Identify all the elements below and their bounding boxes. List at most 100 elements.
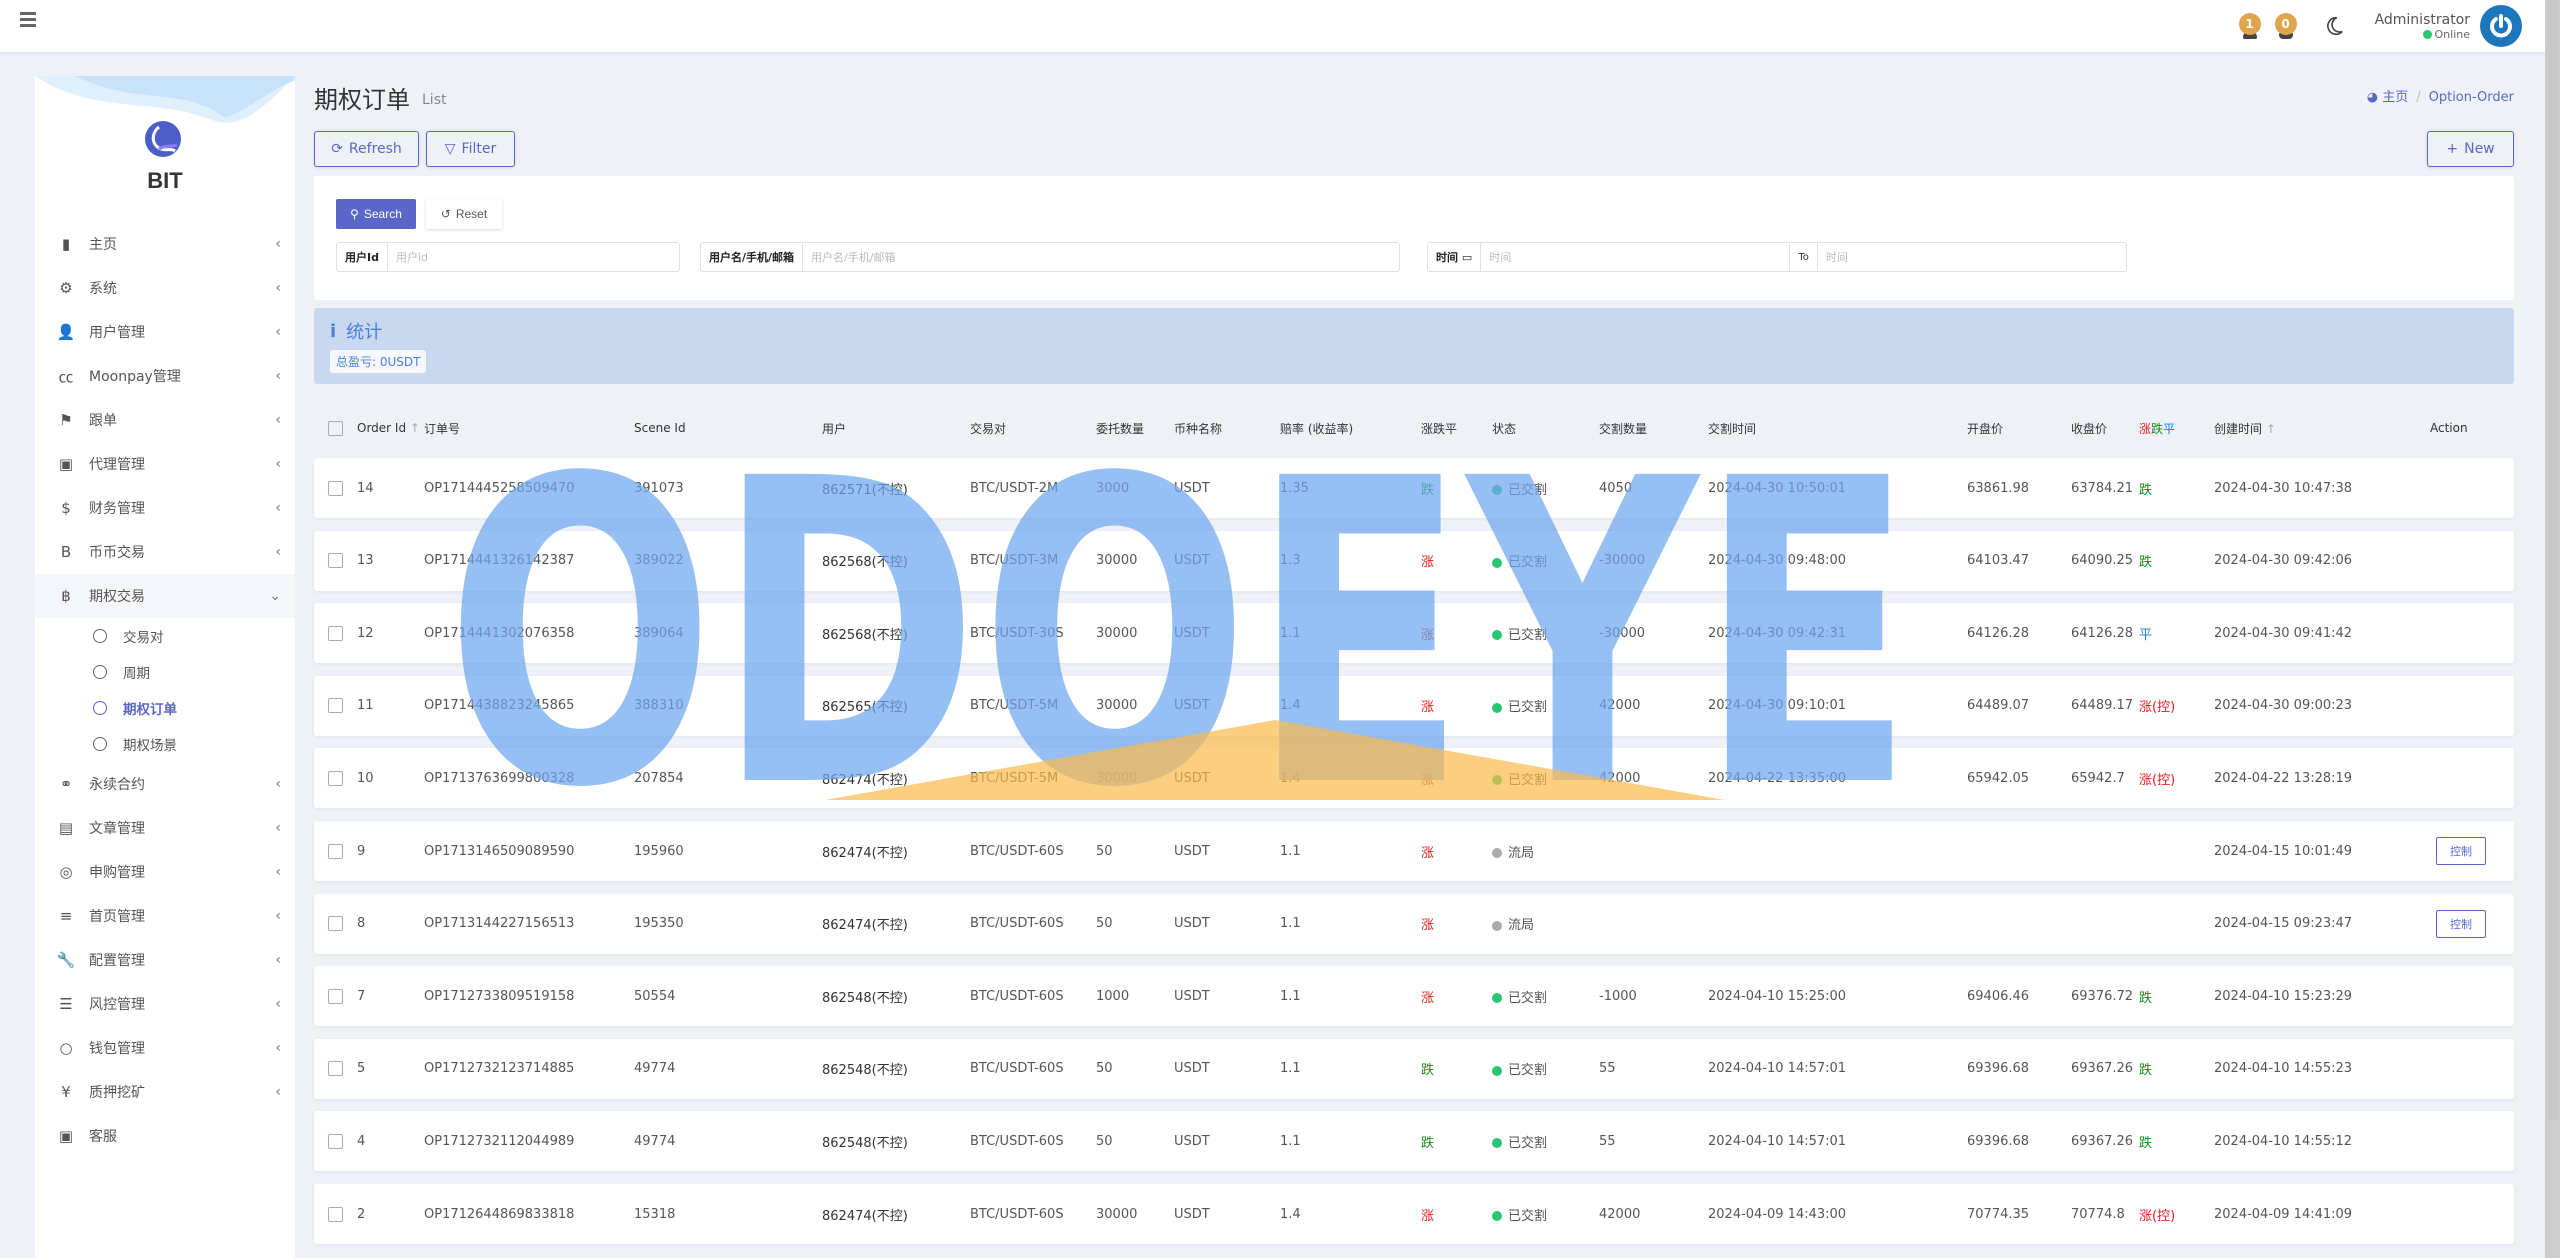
dashboard-icon: ◕ <box>2366 90 2379 105</box>
control-button[interactable]: 控制 <box>2436 837 2486 865</box>
filter-button[interactable]: ▽ Filter <box>426 131 515 167</box>
sidebar-item-4[interactable]: ⚑ 跟单 ‹ <box>35 398 295 442</box>
cell-close: 70774.8 <box>2071 1206 2125 1222</box>
sidebar-item-10[interactable]: ▤ 文章管理 ‹ <box>35 806 295 850</box>
sidebar-item-0[interactable]: ▮ 主页 ‹ <box>35 222 295 266</box>
notification-bell-icon[interactable]: 1 <box>2237 11 2263 41</box>
sidebar-item-13[interactable]: 🔧 配置管理 ‹ <box>35 938 295 982</box>
row-checkbox[interactable] <box>328 843 343 859</box>
cell-direction: 跌 <box>1421 1135 1435 1151</box>
sidebar-item-label: 质押挖矿 <box>89 1085 145 1101</box>
cell-coin: USDT <box>1174 1133 1210 1149</box>
row-checkbox[interactable] <box>328 480 343 496</box>
bitcoin-icon: ฿ <box>61 587 71 605</box>
table-row[interactable]: 14 OP1714445258509470 391073 862571(不控) BTC/… <box>314 458 2514 518</box>
sidebar-item-label: 主页 <box>89 237 117 253</box>
table-row[interactable]: 5 OP1712732123714885 49774 862548(不控) BTC/US… <box>314 1038 2514 1099</box>
status-label: 已交割 <box>1508 1208 1548 1224</box>
top-right-area: 1 0 Administrator Online <box>2237 0 2530 52</box>
sidebar-item-8[interactable]: ฿ 期权交易 ⌄ <box>35 574 295 618</box>
table-row[interactable]: 2 OP1712644869833818 15318 862474(不控) BTC/US… <box>314 1184 2514 1244</box>
cell-coin: USDT <box>1174 1061 1210 1077</box>
sidebar-item-17[interactable]: ▣ 客服 <box>35 1114 295 1158</box>
time-to-label: To <box>1789 243 1818 271</box>
status-dot-icon <box>1492 993 1502 1004</box>
row-checkbox[interactable] <box>328 1206 343 1222</box>
column-header[interactable]: Order Id ↑ <box>357 421 420 435</box>
table-row[interactable]: 7 OP1712733809519158 50554 862548(不控) BTC/US… <box>314 966 2514 1027</box>
sidebar-item-5[interactable]: ▣ 代理管理 ‹ <box>35 442 295 486</box>
table-row[interactable]: 11 OP1714438823245865 388310 862565(不控) BTC/… <box>314 675 2514 736</box>
row-checkbox[interactable] <box>328 916 343 932</box>
filter-panel: ⚲Search ↺Reset 用户Id 用户名/手机/邮箱 时间 ▭ To <box>314 176 2514 300</box>
search-button[interactable]: ⚲ Search <box>336 199 416 229</box>
table-row[interactable]: 13 OP1714441326142387 389022 862568(不控) BTC/… <box>314 530 2514 591</box>
cell-pair: BTC/USDT-60S <box>970 843 1064 859</box>
sort-arrow-icon[interactable]: ↑ <box>406 421 420 435</box>
cell-order-id: 14 <box>357 480 374 496</box>
sidebar-subitem-1[interactable]: 周期 <box>35 654 295 690</box>
time-from-input[interactable] <box>1481 243 1790 271</box>
column-header: 开盘价 <box>1967 420 2003 437</box>
breadcrumb-home[interactable]: ◕ 主页 <box>2367 90 2409 105</box>
cell-result: 平 <box>2139 627 2153 643</box>
username-input[interactable] <box>803 243 1399 271</box>
table-row[interactable]: 12 OP1714441302076358 389064 862568(不控) BTC/… <box>314 603 2514 664</box>
link-icon: ⚭ <box>59 775 73 793</box>
control-button[interactable]: 控制 <box>2436 909 2486 938</box>
column-header: 委托数量 <box>1096 420 1144 437</box>
sidebar-subitem-0[interactable]: 交易对 <box>35 618 295 654</box>
sidebar-item-2[interactable]: 👤 用户管理 ‹ <box>35 310 295 354</box>
sidebar-item-16[interactable]: ¥ 质押挖矿 ‹ <box>35 1070 295 1114</box>
cell-direction: 涨 <box>1421 555 1435 571</box>
scrollbar-thumb[interactable] <box>2548 0 2557 1120</box>
time-to-input[interactable] <box>1817 243 2126 271</box>
table-row[interactable]: 9 OP1713146509089590 195960 862474(不控) BTC/U… <box>314 821 2514 881</box>
cell-user: 862568(不控) <box>822 627 908 643</box>
row-checkbox[interactable] <box>328 698 343 714</box>
table-row[interactable]: 4 OP1712732112044989 49774 862548(不控) BTC/US… <box>314 1111 2514 1172</box>
new-button[interactable]: + New <box>2427 131 2514 167</box>
sort-arrow-icon[interactable]: ↑ <box>2262 422 2276 436</box>
sidebar-item-1[interactable]: ⚙ 系统 ‹ <box>35 266 295 310</box>
sidebar-subitem-2[interactable]: 期权订单 <box>35 690 295 726</box>
b-icon: B <box>60 543 72 561</box>
chevron-left-icon: ‹ <box>275 820 281 836</box>
select-all-checkbox[interactable] <box>328 420 343 436</box>
sidebar-item-7[interactable]: B 币币交易 ‹ <box>35 530 295 574</box>
user-id-input[interactable] <box>387 243 679 271</box>
reset-button[interactable]: ↺ Reset <box>426 199 502 229</box>
table-row[interactable]: 10 OP1713763699800328 207854 862474(不控) BTC/… <box>314 748 2514 809</box>
row-checkbox[interactable] <box>328 1061 343 1077</box>
user-info[interactable]: Administrator Online <box>2375 12 2470 41</box>
sidebar-item-12[interactable]: ≡ 首页管理 ‹ <box>35 894 295 938</box>
cell-close: 69367.26 <box>2071 1061 2134 1077</box>
column-header-label: 交割数量 <box>1599 421 1648 436</box>
menu-toggle-icon[interactable] <box>20 12 36 28</box>
table-row[interactable]: 8 OP1713144227156513 195350 862474(不控) BTC/U… <box>314 893 2514 954</box>
row-checkbox[interactable] <box>328 1133 343 1149</box>
column-header[interactable]: 创建时间 ↑ <box>2214 420 2276 437</box>
avatar[interactable] <box>2480 5 2522 47</box>
sidebar-item-14[interactable]: ☰ 风控管理 ‹ <box>35 982 295 1026</box>
dark-mode-moon-icon[interactable] <box>2323 15 2345 37</box>
page-scrollbar[interactable] <box>2545 0 2560 1258</box>
sidebar-item-15[interactable]: ○ 钱包管理 ‹ <box>35 1026 295 1070</box>
cell-pair: BTC/USDT-60S <box>970 916 1064 932</box>
status-dot-icon <box>1492 848 1502 858</box>
row-checkbox[interactable] <box>328 553 343 569</box>
sidebar-item-9[interactable]: ⚭ 永续合约 ‹ <box>35 762 295 806</box>
sidebar-item-6[interactable]: $ 财务管理 ‹ <box>35 486 295 530</box>
status-dot-icon <box>1492 920 1502 931</box>
row-checkbox[interactable] <box>328 625 343 641</box>
chevron-left-icon: ‹ <box>275 324 281 340</box>
row-checkbox[interactable] <box>328 770 343 786</box>
sidebar-item-3[interactable]: ㏄ Moonpay管理 ‹ <box>35 354 295 398</box>
cell-direction: 涨 <box>1421 845 1435 861</box>
sidebar-subitem-3[interactable]: 期权场景 <box>35 726 295 762</box>
column-header-label: 用户 <box>822 421 847 436</box>
message-icon[interactable]: 0 <box>2273 11 2299 41</box>
row-checkbox[interactable] <box>328 988 343 1004</box>
sidebar-item-11[interactable]: ◎ 申购管理 ‹ <box>35 850 295 894</box>
refresh-button[interactable]: ⟳ Refresh <box>314 131 419 167</box>
